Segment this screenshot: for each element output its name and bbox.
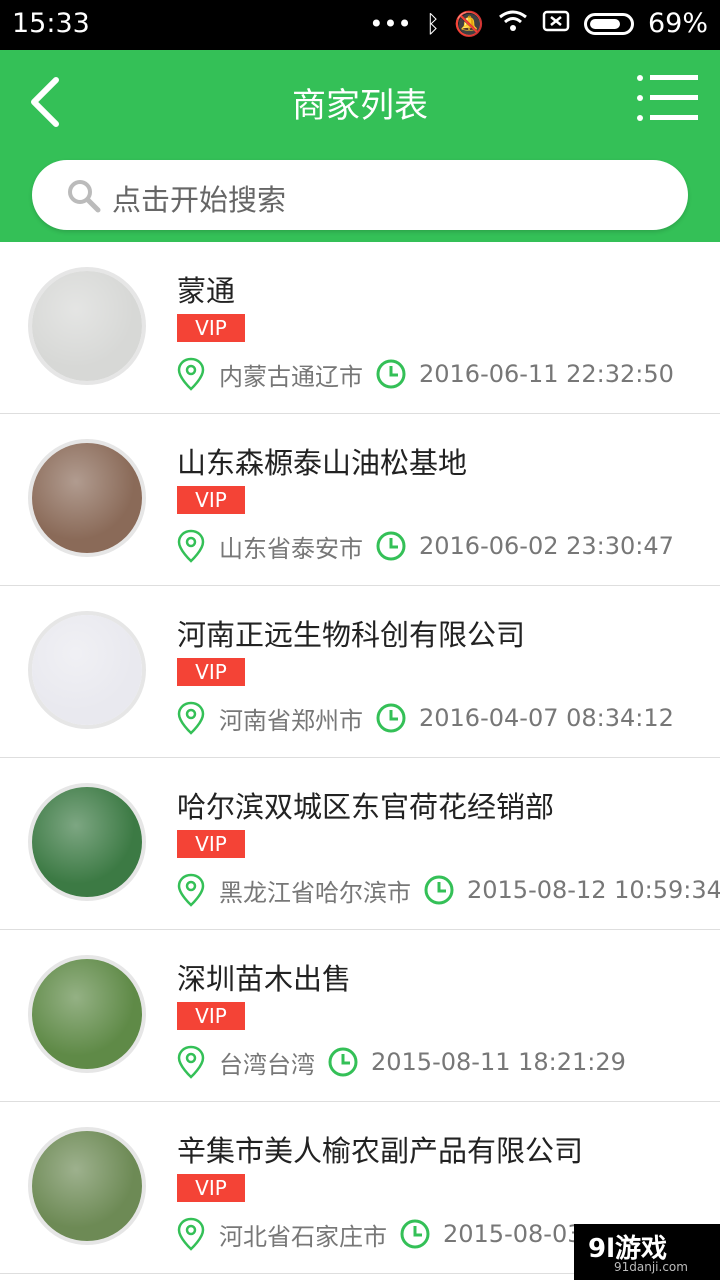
merchant-location: 河南省郑州市 [219, 706, 363, 735]
clock-icon [400, 1219, 430, 1249]
mute-icon: 🔕 [454, 9, 484, 38]
clock-icon [376, 531, 406, 561]
watermark-site: 91danji.com [614, 1260, 688, 1274]
merchant-meta: 山东省泰安市 2016-06-02 23:30:47 [177, 528, 674, 564]
merchant-meta: 台湾台湾 2015-08-11 18:21:29 [177, 1044, 626, 1080]
merchant-name: 河南正远生物科创有限公司 [177, 618, 526, 652]
list-item[interactable]: 深圳苗木出售 VIP 台湾台湾 2015-08-11 18:21:29 [0, 930, 720, 1102]
merchant-location: 内蒙古通辽市 [219, 362, 363, 391]
avatar [28, 267, 146, 385]
vip-badge: VIP [177, 1002, 245, 1030]
merchant-location: 山东省泰安市 [219, 534, 363, 563]
location-pin-icon [177, 357, 205, 391]
list-item[interactable]: 哈尔滨双城区东官荷花经销部 VIP 黑龙江省哈尔滨市 2015-08-12 10… [0, 758, 720, 930]
list-item[interactable]: 蒙通 VIP 内蒙古通辽市 2016-06-11 22:32:50 [0, 242, 720, 414]
avatar-image [32, 615, 142, 725]
avatar-image [32, 959, 142, 1069]
list-item[interactable]: 山东森榞泰山油松基地 VIP 山东省泰安市 2016-06-02 23:30:4… [0, 414, 720, 586]
status-time: 15:33 [12, 8, 90, 39]
merchant-time: 2016-06-11 22:32:50 [419, 360, 674, 388]
location-pin-icon [177, 529, 205, 563]
merchant-meta: 河南省郑州市 2016-04-07 08:34:12 [177, 700, 674, 736]
merchant-list: 蒙通 VIP 内蒙古通辽市 2016-06-11 22:32:50 山东森榞泰山… [0, 242, 720, 1274]
location-pin-icon [177, 701, 205, 735]
vip-badge: VIP [177, 314, 245, 342]
merchant-location: 台湾台湾 [219, 1050, 315, 1079]
vip-badge: VIP [177, 830, 245, 858]
avatar-image [32, 271, 142, 381]
merchant-location: 黑龙江省哈尔滨市 [219, 878, 411, 907]
menu-button[interactable] [636, 72, 700, 124]
avatar-image [32, 443, 142, 553]
no-sim-icon [542, 9, 570, 39]
list-menu-icon [637, 75, 698, 121]
battery-percent: 69% [647, 8, 708, 39]
merchant-time: 2015-08-12 10:59:34 [467, 876, 720, 904]
vip-badge: VIP [177, 1174, 245, 1202]
merchant-name: 深圳苗木出售 [177, 962, 352, 996]
header-bar: 商家列表 点击开始搜索 [0, 50, 720, 242]
avatar [28, 439, 146, 557]
avatar-image [32, 1131, 142, 1241]
location-pin-icon [177, 873, 205, 907]
avatar [28, 783, 146, 901]
battery-icon [583, 12, 634, 35]
wifi-icon [498, 9, 528, 39]
list-item[interactable]: 河南正远生物科创有限公司 VIP 河南省郑州市 2016-04-07 08:34… [0, 586, 720, 758]
vip-badge: VIP [177, 486, 245, 514]
location-pin-icon [177, 1217, 205, 1251]
more-dots-icon: ••• [369, 9, 412, 38]
avatar-image [32, 787, 142, 897]
clock-icon [328, 1047, 358, 1077]
merchant-time: 2016-06-02 23:30:47 [419, 532, 674, 560]
avatar [28, 1127, 146, 1245]
clock-icon [424, 875, 454, 905]
avatar [28, 955, 146, 1073]
merchant-meta: 内蒙古通辽市 2016-06-11 22:32:50 [177, 356, 674, 392]
merchant-meta: 黑龙江省哈尔滨市 2015-08-12 10:59:34 [177, 872, 720, 908]
bluetooth-icon: ᛒ [425, 9, 441, 38]
watermark-logo: 9l游戏 91danji.com [574, 1224, 720, 1280]
status-icons: ••• ᛒ 🔕 69% [369, 8, 708, 39]
merchant-name: 哈尔滨双城区东官荷花经销部 [177, 790, 555, 824]
merchant-time: 2015-08-11 18:21:29 [371, 1048, 626, 1076]
status-bar: 15:33 ••• ᛒ 🔕 69% [0, 0, 720, 50]
merchant-meta: 河北省石家庄市 2015-08-03 1 [177, 1216, 605, 1252]
location-pin-icon [177, 1045, 205, 1079]
merchant-name: 蒙通 [177, 274, 236, 308]
clock-icon [376, 359, 406, 389]
search-icon [68, 180, 101, 213]
merchant-name: 山东森榞泰山油松基地 [177, 446, 468, 480]
merchant-name: 辛集市美人榆农副产品有限公司 [177, 1134, 584, 1168]
merchant-time: 2016-04-07 08:34:12 [419, 704, 674, 732]
vip-badge: VIP [177, 658, 245, 686]
search-placeholder: 点击开始搜索 [112, 183, 287, 217]
search-input[interactable]: 点击开始搜索 [32, 160, 688, 230]
merchant-location: 河北省石家庄市 [219, 1222, 387, 1251]
page-title: 商家列表 [292, 86, 428, 126]
clock-icon [376, 703, 406, 733]
avatar [28, 611, 146, 729]
